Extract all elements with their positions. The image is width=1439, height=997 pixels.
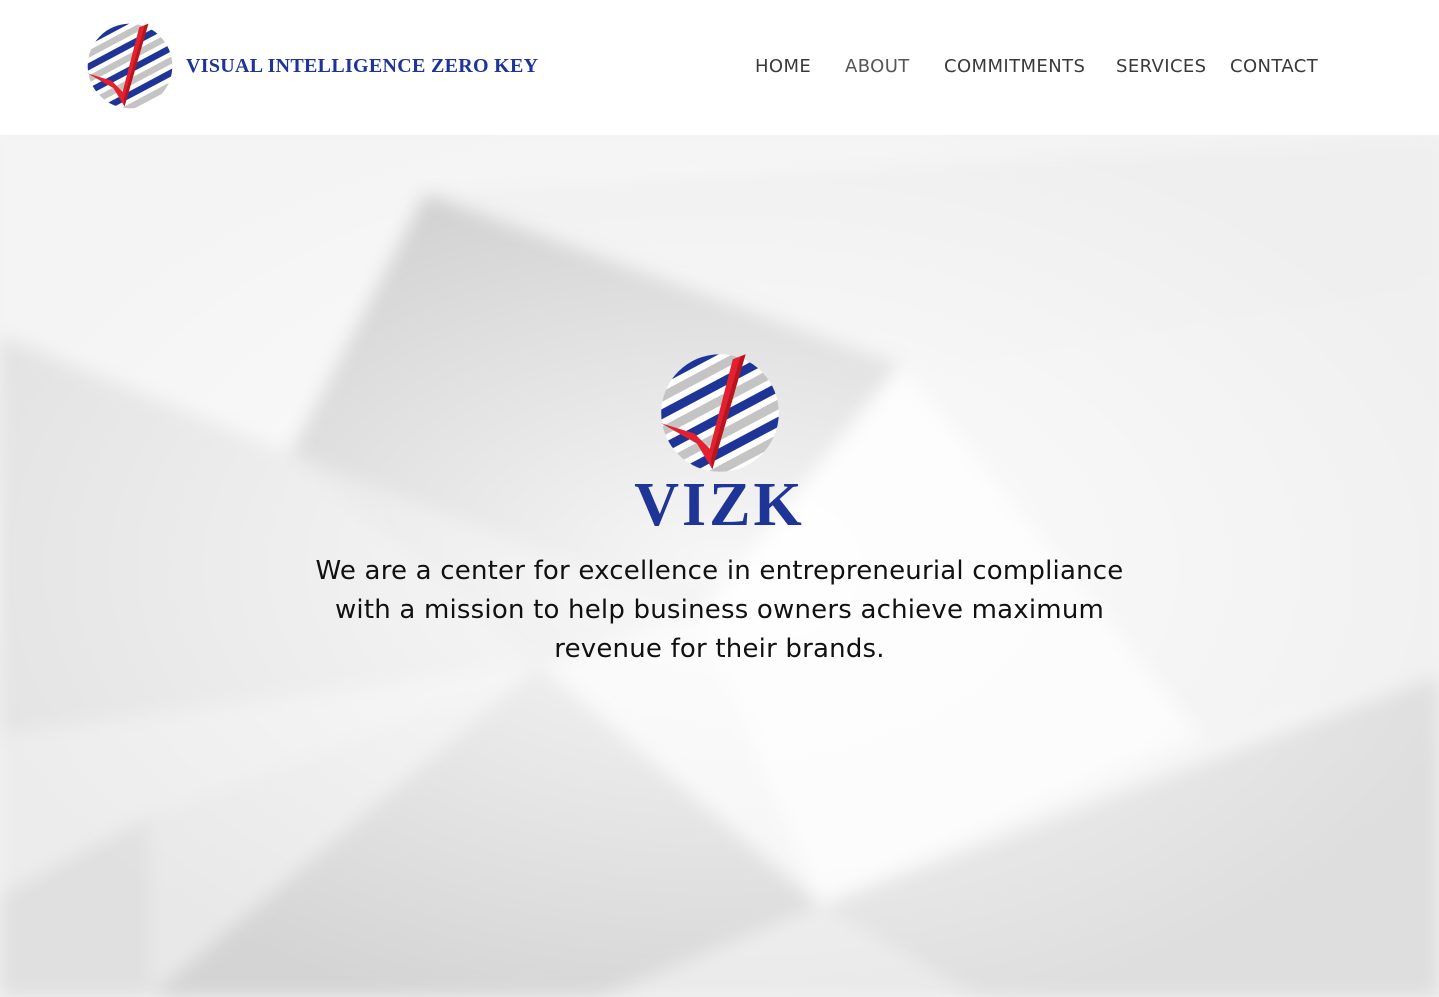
hero-wordmark: VIZK [634, 471, 805, 539]
main-nav: HOME ABOUT COMMITMENTS SERVICES CONTACT [0, 52, 1439, 82]
nav-about[interactable]: ABOUT [845, 52, 910, 82]
hero-content: VIZK We are a center for excellence in e… [0, 349, 1439, 669]
hero-tagline: We are a center for excellence in entrep… [315, 556, 1124, 664]
nav-home[interactable]: HOME [755, 52, 811, 82]
nav-contact[interactable]: CONTACT [1230, 52, 1318, 82]
globe-checkmark-icon [652, 349, 788, 477]
site-header: VISUAL INTELLIGENCE ZERO KEY HOME ABOUT … [0, 0, 1439, 135]
nav-services[interactable]: SERVICES [1116, 52, 1207, 82]
nav-commitments[interactable]: COMMITMENTS [944, 52, 1085, 82]
hero-section: VIZK We are a center for excellence in e… [0, 135, 1439, 997]
